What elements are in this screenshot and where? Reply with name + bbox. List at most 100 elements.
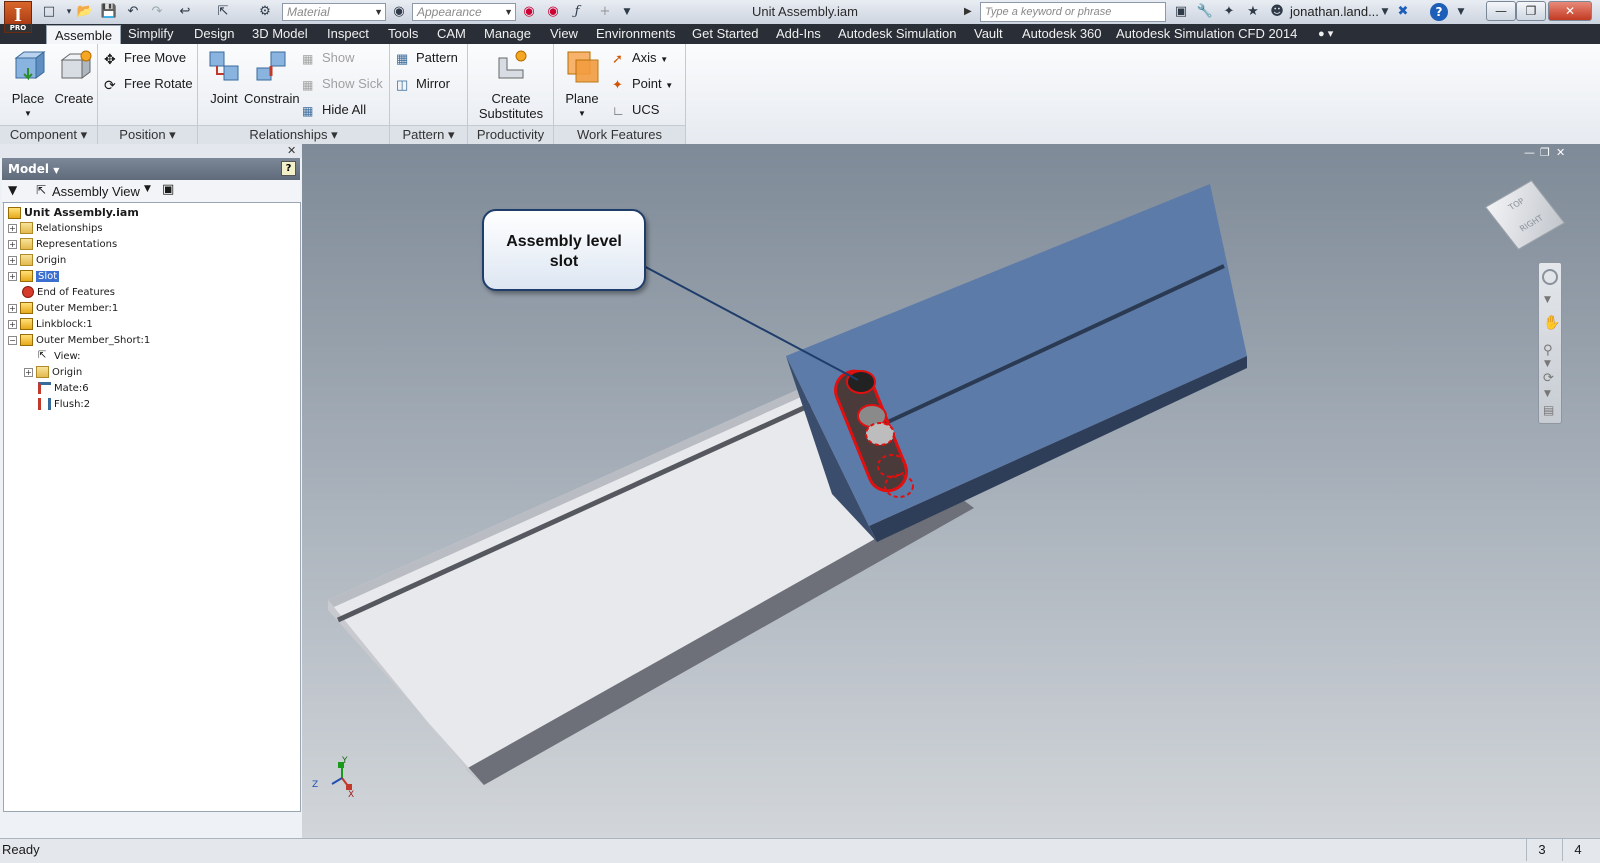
tab-3d-model[interactable]: 3D Model <box>252 24 308 44</box>
viewport-restore-icon[interactable]: ❐ <box>1540 146 1550 159</box>
free-rotate-button[interactable]: ⟳ Free Rotate <box>104 74 193 94</box>
zoom-icon[interactable]: ⚲ <box>1543 343 1553 358</box>
constrain-button[interactable]: Constrain <box>244 48 300 106</box>
browser-grip[interactable] <box>0 144 302 158</box>
look-at-icon[interactable]: ▤ <box>1543 403 1554 417</box>
tab-autodesk-360[interactable]: Autodesk 360 <box>1022 24 1102 44</box>
clear-appearance-icon[interactable]: ◉ <box>544 3 562 21</box>
tab-inspect[interactable]: Inspect <box>327 24 369 44</box>
tree-node-relationships[interactable]: + Relationships <box>8 221 103 237</box>
tree-node-outer-member[interactable]: + Outer Member:1 <box>8 301 118 317</box>
panel-component-title[interactable]: Component ▾ <box>0 125 97 144</box>
expand-icon[interactable]: + <box>8 303 17 313</box>
crosshair-icon[interactable]: + <box>596 3 614 21</box>
panel-relationships-title[interactable]: Relationships ▾ <box>198 125 389 144</box>
help-icon[interactable]: ? <box>1430 3 1448 21</box>
browser-close-icon[interactable]: ✕ <box>287 144 296 157</box>
adjust-appearance-icon[interactable]: ◉ <box>520 3 538 21</box>
viewport-minimize-icon[interactable]: — <box>1524 146 1535 159</box>
tree-node-end-of-features[interactable]: End of Features <box>22 285 115 301</box>
browser-help-icon[interactable]: ? <box>281 161 296 176</box>
undo-icon[interactable]: ↶ <box>124 3 142 21</box>
view-selector-dropdown-icon[interactable]: ▼ <box>144 184 151 194</box>
tab-view[interactable]: View <box>550 24 578 44</box>
close-button[interactable]: ✕ <box>1548 1 1592 21</box>
parameters-fx-icon[interactable]: ƒ <box>568 3 586 21</box>
user-menu-arrow-icon[interactable]: ▼ <box>1376 3 1394 21</box>
tree-node-linkblock[interactable]: + Linkblock:1 <box>8 317 93 333</box>
expand-icon[interactable]: + <box>8 255 17 265</box>
hide-all-button[interactable]: ▦ Hide All <box>302 100 366 120</box>
tab-vault[interactable]: Vault <box>974 24 1003 44</box>
tab-design[interactable]: Design <box>194 24 234 44</box>
tab-autodesk-simulation-cfd-2014[interactable]: Autodesk Simulation CFD 2014 <box>1116 24 1297 44</box>
orbit-menu-icon[interactable]: ▼ <box>1544 389 1551 399</box>
tab-manage[interactable]: Manage <box>484 24 531 44</box>
open-folder-icon[interactable]: 📂 <box>76 3 94 21</box>
help-menu-arrow-icon[interactable]: ▼ <box>1452 3 1470 21</box>
minimize-button[interactable]: — <box>1486 1 1516 21</box>
steering-wheel-menu-icon[interactable]: ▼ <box>1544 295 1551 305</box>
customize-toolbar-icon[interactable]: ▼ <box>618 3 636 21</box>
free-move-button[interactable]: ✥ Free Move <box>104 48 186 68</box>
new-file-icon[interactable]: □ <box>40 3 58 21</box>
binoculars-icon[interactable]: ▣ <box>1172 3 1190 21</box>
tree-node-sub-origin[interactable]: + Origin <box>24 365 82 381</box>
application-menu-button[interactable]: I PRO <box>4 1 32 33</box>
tree-node-origin[interactable]: + Origin <box>8 253 66 269</box>
browser-header[interactable]: Model ▼ <box>2 158 300 180</box>
exchange-apps-icon[interactable]: ✖ <box>1394 3 1412 21</box>
tree-node-outer-member-short[interactable]: − Outer Member_Short:1 <box>8 333 150 349</box>
show-button[interactable]: ▦ Show <box>302 48 355 68</box>
tree-node-mate[interactable]: Mate:6 <box>38 381 89 397</box>
tree-node-slot[interactable]: + Slot <box>8 269 60 285</box>
place-button[interactable]: Place ▼ <box>6 48 50 121</box>
collapse-icon[interactable]: − <box>8 335 17 345</box>
tab-tools[interactable]: Tools <box>388 24 418 44</box>
create-substitutes-button[interactable]: Create Substitutes <box>472 48 550 121</box>
user-icon[interactable]: ☻ <box>1268 3 1286 21</box>
expand-icon[interactable]: + <box>24 367 33 377</box>
tab-assemble[interactable]: Assemble <box>46 25 122 45</box>
material-select[interactable]: Material ▼ <box>282 3 386 21</box>
tree-node-view[interactable]: ⇱ View: <box>38 349 81 365</box>
help-search-input[interactable]: Type a keyword or phrase <box>980 2 1166 22</box>
expand-icon[interactable]: + <box>8 223 17 233</box>
assembly-view-selector[interactable]: Assembly View <box>52 184 140 199</box>
tab-cam[interactable]: CAM <box>437 24 466 44</box>
pattern-button[interactable]: ▦ Pattern <box>396 48 458 68</box>
pan-hand-icon[interactable]: ✋ <box>1543 315 1560 331</box>
tab-environments[interactable]: Environments <box>596 24 675 44</box>
filter-icon[interactable]: ▼ <box>8 183 17 197</box>
search-expand-icon[interactable]: ▶ <box>964 3 978 21</box>
tree-node-root[interactable]: Unit Assembly.iam <box>8 205 139 221</box>
select-filter-icon[interactable]: ⇱ <box>214 3 232 21</box>
maximize-button[interactable]: ❐ <box>1516 1 1546 21</box>
expand-icon[interactable]: + <box>8 319 17 329</box>
mirror-button[interactable]: ◫ Mirror <box>396 74 450 94</box>
graphics-viewport[interactable]: Y X Z Assembly level slot — ❐ ✕ TOP RIGH… <box>302 144 1600 838</box>
expand-icon[interactable]: + <box>8 271 17 281</box>
show-sick-button[interactable]: ▦ Show Sick <box>302 74 383 94</box>
joint-button[interactable]: Joint <box>202 48 246 106</box>
ribbon-options-icon[interactable]: ● ▾ <box>1318 24 1333 44</box>
tab-get-started[interactable]: Get Started <box>692 24 758 44</box>
update-icon[interactable]: ⚙ <box>256 3 274 21</box>
steering-wheel-icon[interactable] <box>1542 269 1558 285</box>
save-icon[interactable]: 💾 <box>100 3 118 21</box>
ucs-button[interactable]: ∟ UCS <box>612 100 659 120</box>
panel-pattern-title[interactable]: Pattern ▾ <box>390 125 467 144</box>
tree-node-representations[interactable]: + Representations <box>8 237 117 253</box>
tab-autodesk-simulation[interactable]: Autodesk Simulation <box>838 24 957 44</box>
favorites-star-icon[interactable]: ★ <box>1244 3 1262 21</box>
panel-position-title[interactable]: Position ▾ <box>98 125 197 144</box>
orbit-icon[interactable]: ⟳ <box>1543 371 1554 386</box>
user-name[interactable]: jonathan.land... <box>1290 4 1379 19</box>
appearance-select[interactable]: Appearance ▼ <box>412 3 516 21</box>
redo-icon[interactable]: ↷ <box>148 3 166 21</box>
tab-add-ins[interactable]: Add-Ins <box>776 24 821 44</box>
tree-node-flush[interactable]: Flush:2 <box>38 397 90 413</box>
viewport-close-icon[interactable]: ✕ <box>1556 146 1565 159</box>
point-button[interactable]: ✦ Point ▼ <box>612 74 673 94</box>
plane-button[interactable]: Plane ▼ <box>560 48 604 121</box>
